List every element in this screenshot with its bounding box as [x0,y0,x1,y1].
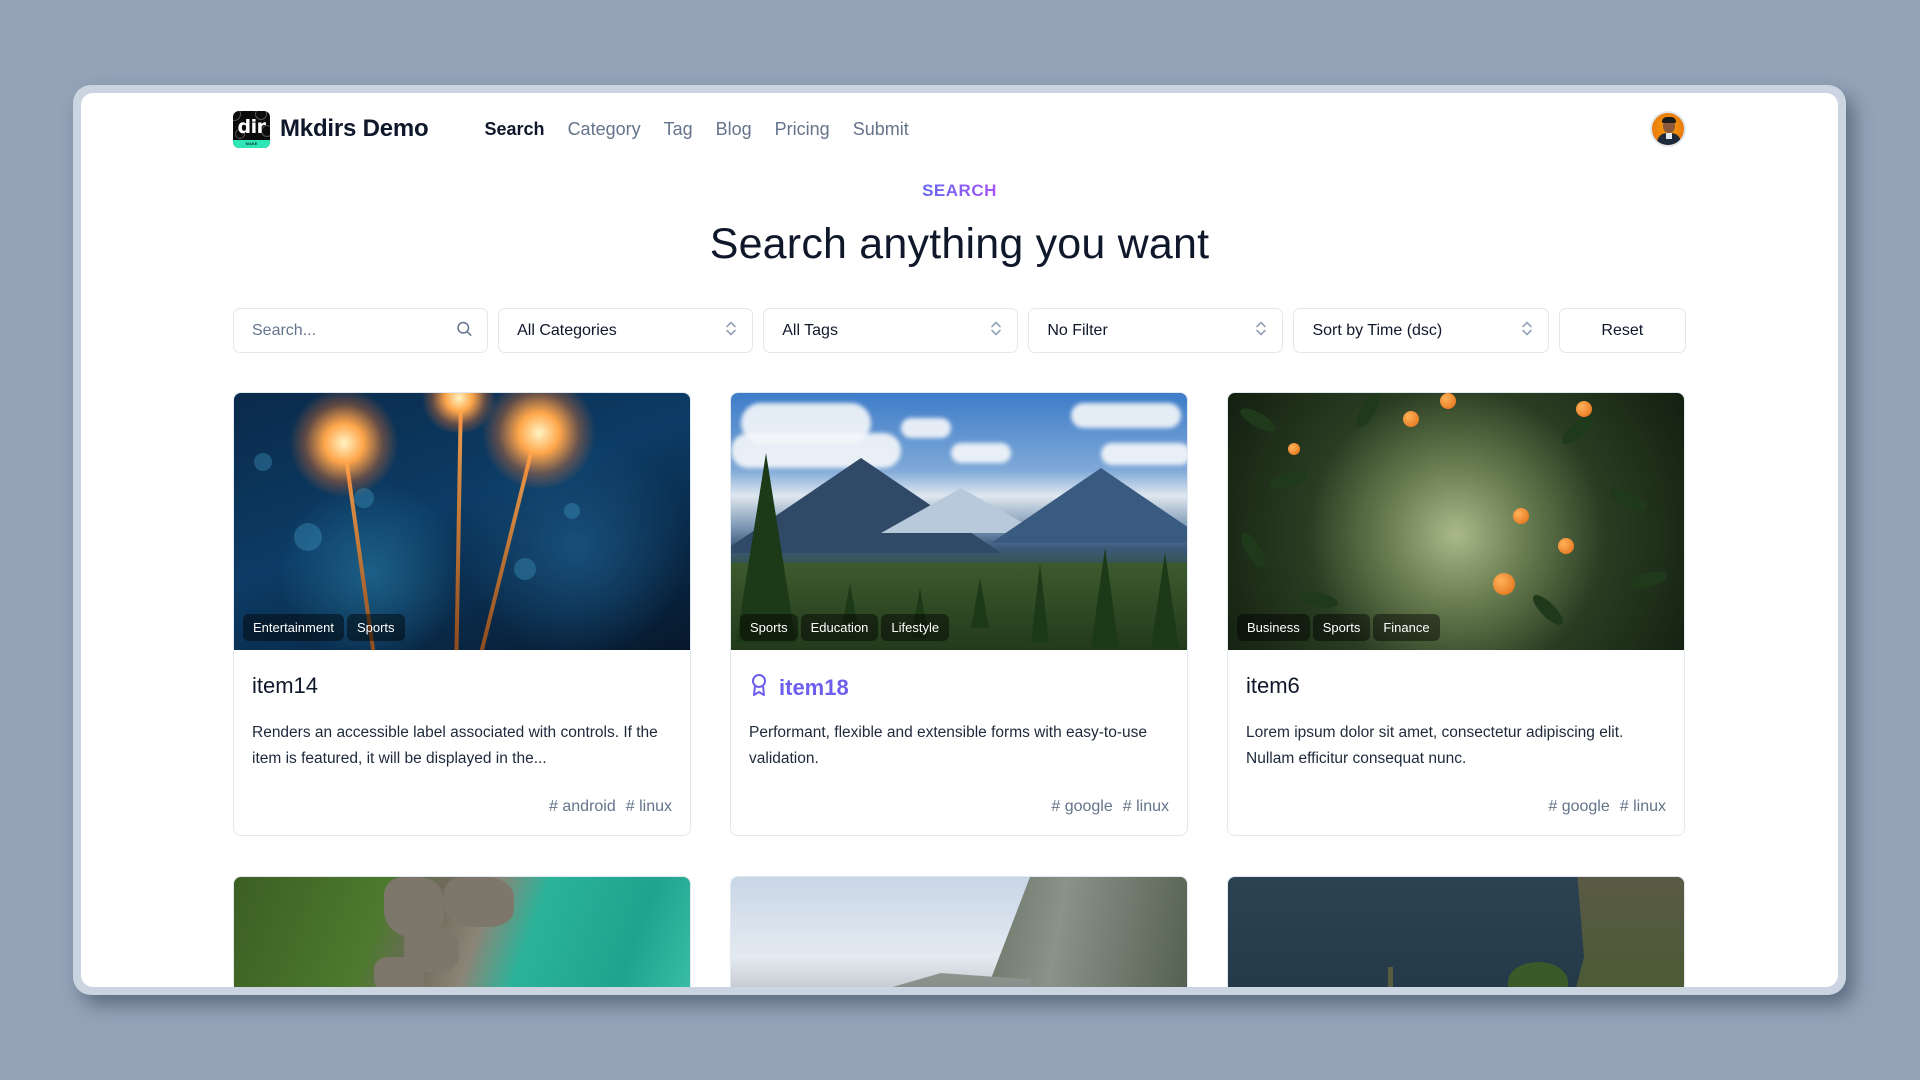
filter-select[interactable]: No Filter [1028,308,1284,353]
nav-pricing[interactable]: Pricing [775,119,830,140]
browser-frame: dir MAKE Mkdirs Demo Search Category Tag… [73,85,1846,995]
search-icon[interactable] [455,319,473,342]
app-window: dir MAKE Mkdirs Demo Search Category Tag… [81,93,1838,987]
category-select-value: All Categories [517,321,617,339]
filter-bar: All Categories All Tags No Filter Sort b… [233,308,1687,353]
chevrons-up-down-icon [724,319,738,342]
item-description: Performant, flexible and extensible form… [749,724,1148,767]
item-title[interactable]: item6 [1246,673,1300,699]
brand-logo-link[interactable]: dir MAKE Mkdirs Demo [233,110,429,148]
item-card[interactable] [1227,876,1685,987]
reset-button[interactable]: Reset [1558,308,1687,353]
category-badge[interactable]: Sports [346,614,405,641]
item-description: Lorem ipsum dolor sit amet, consectetur … [1246,724,1624,767]
category-badge[interactable]: Lifestyle [881,614,950,641]
tag-link[interactable]: # google [1051,798,1112,816]
item-image[interactable] [731,877,1187,987]
item-image[interactable] [234,877,690,987]
item-tags: # google # linux [1548,798,1666,816]
item-image[interactable]: Sports Education Lifestyle [731,393,1187,650]
category-badge[interactable]: Entertainment [243,614,344,641]
search-input[interactable] [252,321,432,340]
item-card[interactable]: Entertainment Sports item14 Renders an a… [233,392,691,836]
item-card[interactable] [730,876,1188,987]
item-image[interactable]: Entertainment Sports [234,393,690,650]
item-description: Renders an accessible label associated w… [252,724,658,767]
category-badges: Entertainment Sports [243,614,405,641]
nav-search[interactable]: Search [485,119,545,140]
main-nav: Search Category Tag Blog Pricing Submit [485,119,909,140]
tag-select-value: All Tags [782,321,838,339]
category-select[interactable]: All Categories [498,308,754,353]
tag-link[interactable]: # linux [1123,798,1169,816]
tag-link[interactable]: # android [549,798,616,816]
item-title[interactable]: item18 [749,673,849,703]
category-badge[interactable]: Finance [1373,614,1440,641]
tag-link[interactable]: # google [1548,798,1609,816]
sort-select[interactable]: Sort by Time (dsc) [1293,308,1549,353]
item-card-featured[interactable]: Sports Education Lifestyle item18 Perfor… [730,392,1188,836]
nav-submit[interactable]: Submit [853,119,909,140]
item-card[interactable] [233,876,691,987]
category-badge[interactable]: Business [1237,614,1310,641]
item-grid: Entertainment Sports item14 Renders an a… [233,392,1686,987]
category-badge[interactable]: Sports [1312,614,1371,641]
logo-icon: dir MAKE [233,110,270,148]
chevrons-up-down-icon [1520,319,1534,342]
nav-category[interactable]: Category [568,119,641,140]
item-tags: # google # linux [1051,798,1169,816]
page-title: Search anything you want [709,220,1210,268]
nav-blog[interactable]: Blog [716,119,752,140]
chevrons-up-down-icon [1254,319,1268,342]
category-badge[interactable]: Sports [740,614,798,641]
category-badges: Sports Education Lifestyle [740,614,950,641]
search-field [233,308,489,353]
item-image[interactable] [1228,877,1684,987]
award-icon [749,673,769,703]
section-eyebrow: SEARCH [922,181,997,200]
chevrons-up-down-icon [989,319,1003,342]
tag-link[interactable]: # linux [1620,798,1666,816]
site-header: dir MAKE Mkdirs Demo Search Category Tag… [233,110,1686,148]
filter-select-value: No Filter [1047,321,1108,339]
sort-select-value: Sort by Time (dsc) [1312,321,1443,339]
category-badges: Business Sports Finance [1237,614,1440,641]
brand-name: Mkdirs Demo [280,115,429,142]
nav-tag[interactable]: Tag [664,119,693,140]
item-title[interactable]: item14 [252,673,318,699]
item-card[interactable]: Business Sports Finance item6 Lorem ipsu… [1227,392,1685,836]
tag-select[interactable]: All Tags [763,308,1019,353]
category-badge[interactable]: Education [800,614,879,641]
item-image[interactable]: Business Sports Finance [1228,393,1684,650]
user-avatar[interactable] [1650,111,1686,147]
item-tags: # android # linux [549,798,672,816]
tag-link[interactable]: # linux [626,798,672,816]
